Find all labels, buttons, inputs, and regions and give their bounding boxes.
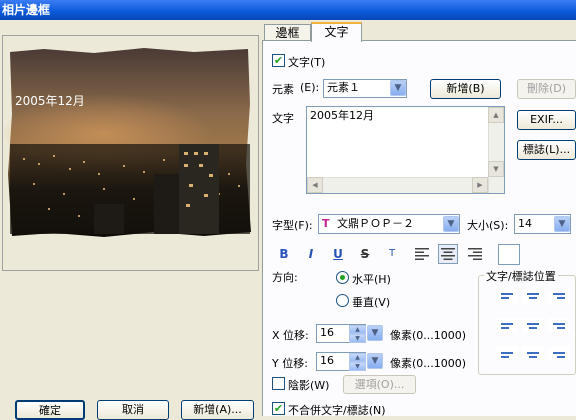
tab-text[interactable]: 文字 (311, 22, 362, 42)
size-select-value: 14 (518, 217, 532, 230)
x-offset-label: X 位移: (272, 329, 309, 342)
spin-down-icon[interactable]: ▼ (349, 334, 366, 343)
spin-up-icon[interactable]: ▲ (349, 325, 366, 334)
ok-button[interactable]: 確定 (15, 400, 85, 420)
text-scrollbar-horizontal[interactable] (307, 177, 488, 193)
shadow-label: 陰影(W) (288, 379, 330, 392)
font-select-value: 文鼎ＰＯＰ－２ (337, 217, 415, 230)
direction-label: 方向: (272, 271, 298, 284)
position-middle-right[interactable] (548, 318, 570, 332)
enable-text-checkbox[interactable]: ✔ (272, 54, 285, 67)
horizontal-label: 水平(H) (352, 273, 391, 286)
element-key-label: (E): (300, 81, 320, 94)
vertical-radio[interactable] (336, 294, 349, 307)
window-title: 相片邊框 (0, 0, 576, 20)
tab-border[interactable]: 邊框 (264, 24, 311, 41)
chevron-down-icon[interactable]: ▼ (390, 80, 406, 96)
truetype-font-icon: T (322, 217, 330, 230)
strikethrough-button[interactable]: S (355, 244, 375, 264)
options-button[interactable]: 選項(O)... (343, 375, 416, 394)
position-top-center[interactable] (522, 290, 544, 304)
vertical-label: 垂直(V) (352, 296, 391, 309)
underline-button[interactable]: U (328, 244, 348, 264)
element-select-value: 元素１ (327, 81, 360, 94)
spin-down-icon[interactable]: ▼ (349, 362, 366, 371)
delete-element-button[interactable]: 刪除(D) (517, 79, 576, 99)
chevron-down-icon[interactable]: ▼ (367, 325, 383, 341)
text-label: 文字 (272, 112, 294, 125)
position-top-left[interactable] (496, 290, 518, 304)
size-label: 大小(S): (467, 219, 509, 232)
horizontal-radio[interactable] (336, 271, 349, 284)
text-input-value: 2005年12月 (310, 109, 374, 122)
position-middle-center[interactable] (522, 318, 544, 332)
scroll-up-icon[interactable]: ▲ (488, 107, 504, 123)
position-middle-left[interactable] (496, 318, 518, 332)
align-right-icon[interactable] (465, 244, 485, 264)
x-offset-unit: 像素(0...1000) (390, 329, 467, 342)
align-center-icon[interactable] (438, 244, 458, 264)
italic-button[interactable]: I (301, 244, 321, 264)
x-offset-value: 16 (320, 326, 334, 339)
spin-up-icon[interactable]: ▲ (349, 353, 366, 362)
exif-button[interactable]: EXIF... (517, 110, 576, 130)
position-top-right[interactable] (548, 290, 570, 304)
position-bottom-right[interactable] (548, 346, 570, 360)
chevron-down-icon[interactable]: ▼ (443, 216, 459, 232)
scroll-left-icon[interactable]: ◀ (307, 177, 323, 193)
enable-text-label: 文字(T) (288, 56, 326, 69)
photo-preview (4, 44, 254, 240)
y-offset-value: 16 (320, 354, 334, 367)
align-left-icon[interactable] (412, 244, 432, 264)
cancel-button[interactable]: 取消 (97, 400, 169, 420)
scroll-right-icon[interactable]: ▶ (472, 177, 488, 193)
chevron-down-icon[interactable]: ▼ (554, 216, 570, 232)
chevron-down-icon[interactable]: ▼ (367, 353, 383, 369)
y-offset-label: Y 位移: (272, 357, 308, 370)
position-group-label: 文字/標誌位置 (484, 268, 558, 284)
text-color-swatch[interactable] (498, 244, 520, 265)
shadow-checkbox[interactable] (272, 377, 285, 390)
font-label: 字型(F): (272, 219, 313, 232)
scroll-down-icon[interactable]: ▼ (488, 161, 504, 177)
position-bottom-center[interactable] (522, 346, 544, 360)
bold-button[interactable]: B (274, 244, 294, 264)
outline-text-button[interactable]: T (382, 244, 402, 264)
add-element-button[interactable]: 新增(B) (430, 79, 501, 99)
logo-button[interactable]: 標誌(L)... (517, 140, 576, 160)
merge-checkbox[interactable]: ✔ (272, 402, 285, 415)
y-offset-unit: 像素(0...1000) (390, 357, 467, 370)
photo-date-text: 2005年12月 (15, 94, 85, 108)
position-bottom-left[interactable] (496, 346, 518, 360)
add-frame-button[interactable]: 新增(A)... (181, 400, 254, 420)
element-label: 元素 (272, 83, 294, 96)
font-select[interactable]: T 文鼎ＰＯＰ－２ (318, 214, 460, 234)
